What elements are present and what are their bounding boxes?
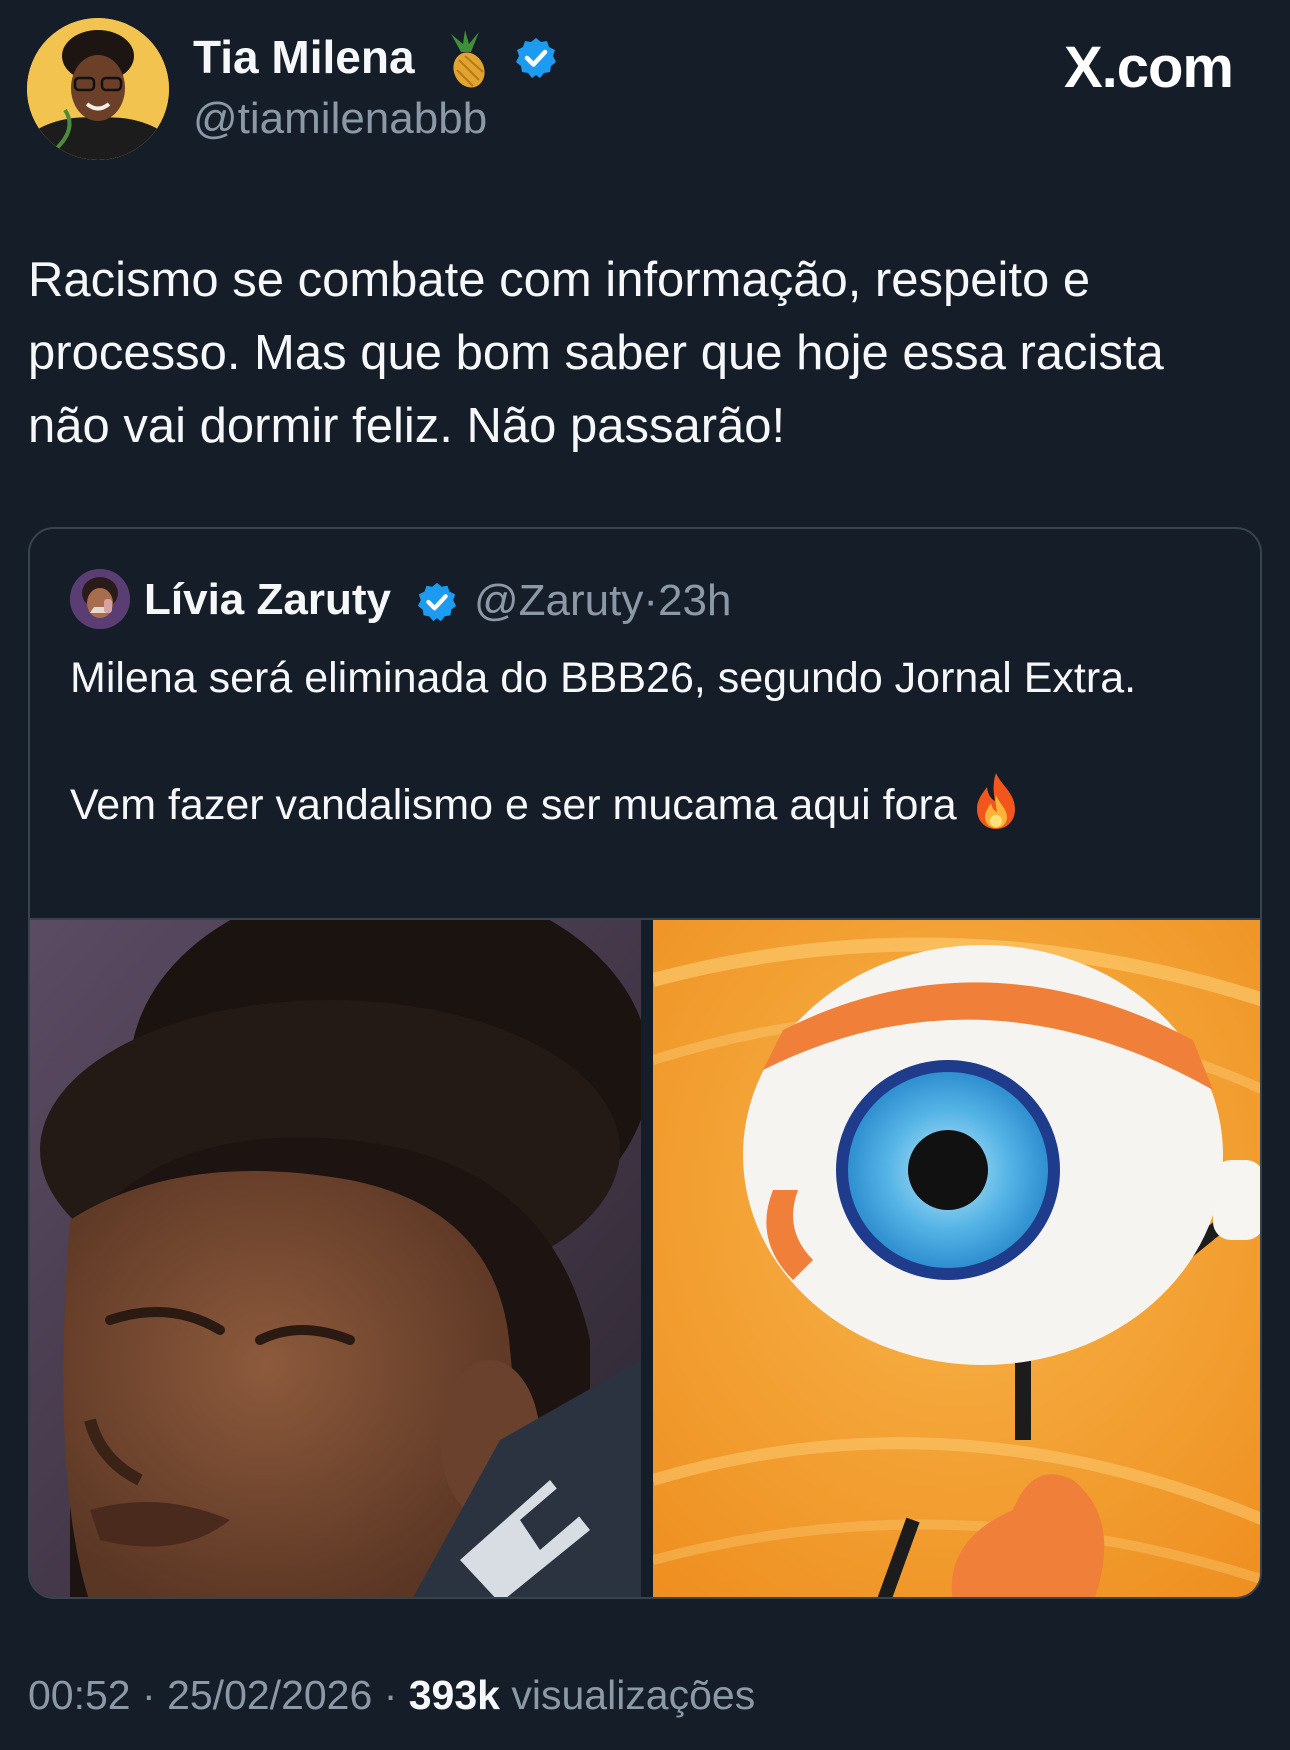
tweet-date[interactable]: 25/02/2026	[167, 1672, 372, 1718]
views-label: visualizações	[511, 1672, 756, 1718]
views-count[interactable]: 393k	[409, 1672, 500, 1718]
quoted-author-name[interactable]: Lívia Zaruty	[144, 575, 391, 625]
author-avatar[interactable]	[27, 18, 169, 160]
tweet-footer: 00:52 · 25/02/2026 · 393k visualizações	[28, 1672, 755, 1719]
quoted-age[interactable]: 23h	[658, 576, 731, 625]
x-com-logo: X.com	[1063, 35, 1234, 100]
meta-separator: ·	[643, 576, 659, 625]
quoted-handle[interactable]: @Zaruty	[474, 576, 643, 625]
verified-badge-icon	[514, 36, 558, 80]
quoted-author-avatar[interactable]	[70, 569, 130, 629]
author-handle[interactable]: @tiamilenabbb	[193, 94, 487, 144]
big-brother-eye-mascot-image[interactable]	[653, 920, 1260, 1597]
crying-woman-photo[interactable]	[30, 920, 641, 1597]
quoted-meta: @Zaruty·23h	[474, 576, 731, 626]
footer-separator: ·	[142, 1672, 156, 1718]
quoted-line-1: Milena será eliminada do BBB26, segundo …	[70, 654, 1137, 702]
quoted-line-2: Vem fazer vandalismo e ser mucama aqui f…	[70, 781, 957, 829]
pineapple-icon	[441, 30, 491, 90]
tweet-screenshot: Tia Milena @tiamilenabbb X.com Racismo s…	[0, 0, 1290, 1750]
tweet-text: Racismo se combate com informação, respe…	[28, 253, 1164, 453]
fire-icon	[969, 771, 1023, 831]
quoted-text: Milena será eliminada do BBB26, segundo …	[70, 647, 1220, 836]
quoted-tweet-card[interactable]: Lívia Zaruty @Zaruty·23h Milena será eli…	[28, 527, 1262, 1599]
footer-separator: ·	[383, 1672, 398, 1718]
author-name[interactable]: Tia Milena	[193, 30, 415, 84]
quoted-media-grid	[30, 918, 1260, 1597]
quoted-line-2-wrap: Vem fazer vandalismo e ser mucama aqui f…	[70, 771, 1220, 836]
tweet-time[interactable]: 00:52	[28, 1672, 131, 1718]
verified-badge-icon	[416, 581, 458, 623]
